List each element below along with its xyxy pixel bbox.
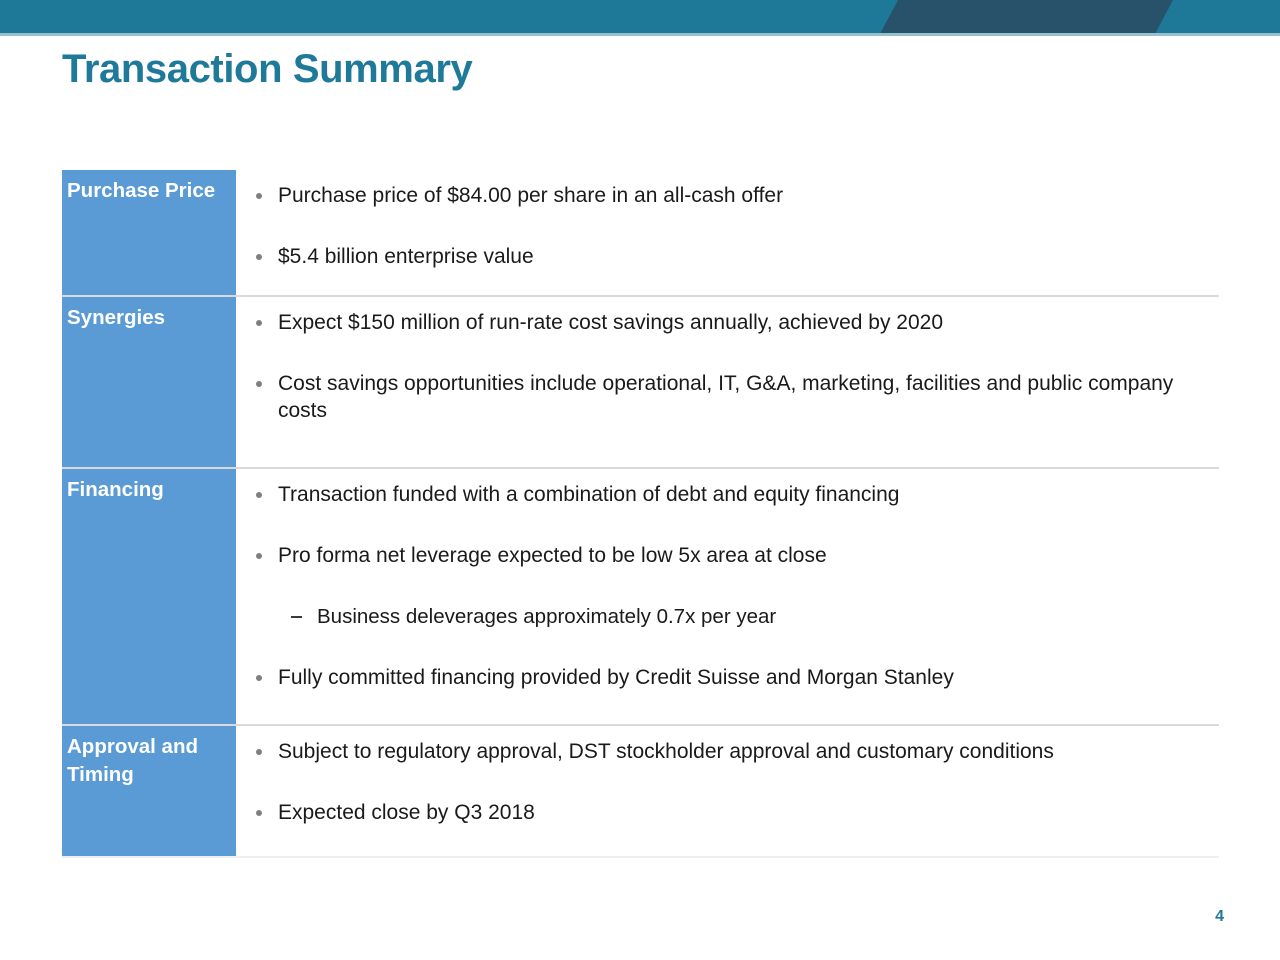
list-item: Subject to regulatory approval, DST stoc… — [246, 738, 1219, 765]
row-label-purchase-price: Purchase Price — [62, 170, 236, 295]
row-body-synergies: Expect $150 million of run-rate cost sav… — [236, 297, 1219, 467]
header-banner — [0, 0, 1280, 33]
header-underline — [0, 33, 1280, 36]
list-item: Fully committed financing provided by Cr… — [246, 664, 1219, 691]
table-row: Purchase Price Purchase price of $84.00 … — [62, 170, 1219, 297]
table-row: Approval and Timing Subject to regulator… — [62, 726, 1219, 858]
page-number: 4 — [1215, 908, 1224, 925]
list-item: Purchase price of $84.00 per share in an… — [246, 182, 1219, 209]
list-item: Pro forma net leverage expected to be lo… — [246, 542, 1219, 569]
list-item: Cost savings opportunities include opera… — [246, 370, 1219, 424]
list-item: Expected close by Q3 2018 — [246, 799, 1219, 826]
list-item: Transaction funded with a combination of… — [246, 481, 1219, 508]
list-item: Expect $150 million of run-rate cost sav… — [246, 309, 1219, 336]
page-title: Transaction Summary — [62, 47, 473, 91]
row-label-approval-timing: Approval and Timing — [62, 726, 236, 856]
table-row: Financing Transaction funded with a comb… — [62, 469, 1219, 726]
row-body-purchase-price: Purchase price of $84.00 per share in an… — [236, 170, 1219, 295]
table-row: Synergies Expect $150 million of run-rat… — [62, 297, 1219, 469]
transaction-summary-table: Purchase Price Purchase price of $84.00 … — [62, 170, 1219, 858]
row-label-synergies: Synergies — [62, 297, 236, 467]
row-body-financing: Transaction funded with a combination of… — [236, 469, 1219, 724]
row-body-approval-timing: Subject to regulatory approval, DST stoc… — [236, 726, 1219, 856]
list-item: $5.4 billion enterprise value — [246, 243, 1219, 270]
row-label-financing: Financing — [62, 469, 236, 724]
header-accent-shape — [880, 0, 1173, 33]
sub-list-item: Business deleverages approximately 0.7x … — [281, 603, 1219, 630]
